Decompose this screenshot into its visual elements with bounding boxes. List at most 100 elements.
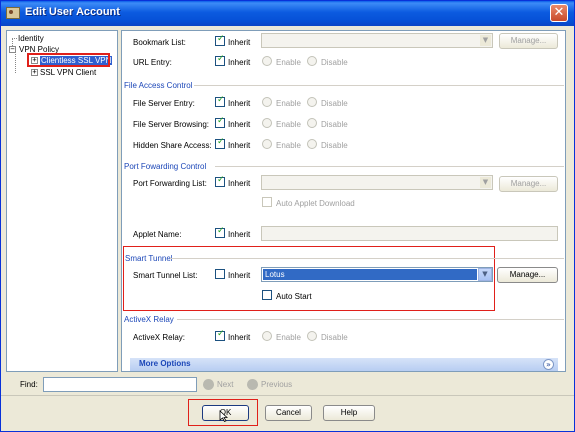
port-forwarding-manage-button[interactable]: Manage... bbox=[499, 176, 558, 192]
inherit-label: Inherit bbox=[228, 271, 251, 280]
smart-tunnel-selected-value: Lotus bbox=[263, 269, 477, 280]
file-server-entry-disable-radio[interactable] bbox=[307, 97, 317, 107]
inherit-label: Inherit bbox=[228, 120, 251, 129]
inherit-label: Inherit bbox=[228, 179, 251, 188]
chevron-down-icon: ▼ bbox=[480, 35, 491, 46]
inherit-label: Inherit bbox=[228, 333, 251, 342]
hidden-share-enable-radio[interactable] bbox=[262, 139, 272, 149]
more-options-label: More Options bbox=[139, 359, 191, 368]
find-previous-label[interactable]: Previous bbox=[261, 380, 292, 389]
chevron-down-icon: ▼ bbox=[480, 177, 491, 188]
hidden-share-inherit-checkbox[interactable] bbox=[215, 137, 225, 149]
section-divider bbox=[170, 258, 564, 259]
edit-user-account-dialog: Edit User Account ✕ Identity − VPN Polic… bbox=[0, 0, 575, 432]
file-server-entry-enable-radio[interactable] bbox=[262, 97, 272, 107]
disable-label: Disable bbox=[321, 333, 348, 342]
disable-label: Disable bbox=[321, 120, 348, 129]
applet-name-inherit-checkbox[interactable] bbox=[215, 226, 225, 238]
tree-highlight-box bbox=[27, 53, 110, 67]
enable-label: Enable bbox=[276, 141, 301, 150]
expand-more-icon[interactable]: » bbox=[543, 359, 554, 370]
smart-tunnel-list-select[interactable]: Lotus ▼ bbox=[261, 267, 493, 282]
file-server-browsing-label: File Server Browsing: bbox=[133, 120, 210, 129]
smart-tunnel-section-title: Smart Tunnel bbox=[125, 254, 173, 263]
smart-tunnel-list-label: Smart Tunnel List: bbox=[133, 271, 198, 280]
hidden-share-access-label: Hidden Share Access: bbox=[133, 141, 212, 150]
activex-disable-radio[interactable] bbox=[307, 331, 317, 341]
activex-enable-radio[interactable] bbox=[262, 331, 272, 341]
find-input[interactable] bbox=[43, 377, 197, 392]
inherit-label: Inherit bbox=[228, 38, 251, 47]
url-entry-label: URL Entry: bbox=[133, 58, 172, 67]
activex-inherit-checkbox[interactable] bbox=[215, 329, 225, 341]
smart-tunnel-inherit-checkbox[interactable] bbox=[215, 269, 225, 279]
window-title: Edit User Account bbox=[25, 6, 120, 18]
auto-applet-download-checkbox[interactable] bbox=[262, 197, 272, 207]
url-entry-inherit-checkbox[interactable] bbox=[215, 54, 225, 66]
activex-section-title: ActiveX Relay bbox=[124, 315, 174, 324]
tree-item-label: Identity bbox=[18, 34, 44, 43]
enable-label: Enable bbox=[276, 120, 301, 129]
port-forwarding-inherit-checkbox[interactable] bbox=[215, 175, 225, 187]
help-button[interactable]: Help bbox=[323, 405, 375, 421]
app-icon bbox=[6, 7, 20, 19]
next-arrow-icon[interactable] bbox=[203, 379, 214, 390]
close-button[interactable]: ✕ bbox=[550, 4, 568, 22]
settings-panel: Bookmark List: Inherit ▼ Manage... URL E… bbox=[121, 30, 566, 372]
section-divider bbox=[177, 319, 564, 320]
footer-divider bbox=[1, 395, 574, 396]
section-divider bbox=[215, 166, 564, 167]
disable-label: Disable bbox=[321, 58, 348, 67]
file-access-section-title: File Access Control bbox=[124, 81, 193, 90]
policy-tree: Identity − VPN Policy + Clientless SSL V… bbox=[6, 30, 118, 372]
hidden-share-disable-radio[interactable] bbox=[307, 139, 317, 149]
port-forwarding-list-select[interactable]: ▼ bbox=[261, 175, 493, 190]
chevron-down-icon[interactable]: ▼ bbox=[478, 268, 492, 281]
tree-item-ssl-vpn-client[interactable]: SSL VPN Client bbox=[40, 68, 96, 77]
enable-label: Enable bbox=[276, 99, 301, 108]
title-bar[interactable]: Edit User Account ✕ bbox=[1, 1, 574, 26]
url-entry-disable-radio[interactable] bbox=[307, 56, 317, 66]
tree-connector bbox=[15, 54, 16, 73]
inherit-label: Inherit bbox=[228, 141, 251, 150]
tree-connector bbox=[12, 38, 17, 39]
bookmark-list-select[interactable]: ▼ bbox=[261, 33, 493, 48]
port-forwarding-list-label: Port Forwarding List: bbox=[133, 179, 207, 188]
inherit-label: Inherit bbox=[228, 230, 251, 239]
enable-label: Enable bbox=[276, 333, 301, 342]
tree-item-identity[interactable]: Identity bbox=[18, 34, 44, 43]
applet-name-label: Applet Name: bbox=[133, 230, 182, 239]
file-server-entry-inherit-checkbox[interactable] bbox=[215, 95, 225, 107]
file-server-browsing-inherit-checkbox[interactable] bbox=[215, 116, 225, 128]
bookmark-inherit-checkbox[interactable] bbox=[215, 34, 225, 46]
url-entry-enable-radio[interactable] bbox=[262, 56, 272, 66]
auto-start-label: Auto Start bbox=[276, 292, 312, 301]
previous-arrow-icon[interactable] bbox=[247, 379, 258, 390]
find-next-label[interactable]: Next bbox=[217, 380, 233, 389]
auto-start-checkbox[interactable] bbox=[262, 290, 272, 300]
disable-label: Disable bbox=[321, 99, 348, 108]
bookmark-manage-button[interactable]: Manage... bbox=[499, 33, 558, 49]
applet-name-input[interactable] bbox=[261, 226, 558, 241]
tree-item-label: SSL VPN Client bbox=[40, 68, 97, 77]
expand-icon[interactable]: + bbox=[31, 69, 38, 76]
smart-tunnel-manage-button[interactable]: Manage... bbox=[497, 267, 558, 283]
port-forwarding-section-title: Port Fowarding Control bbox=[124, 162, 207, 171]
inherit-label: Inherit bbox=[228, 99, 251, 108]
auto-applet-download-label: Auto Applet Download bbox=[276, 199, 355, 208]
find-label: Find: bbox=[20, 380, 38, 389]
enable-label: Enable bbox=[276, 58, 301, 67]
find-bar: Find: Next Previous bbox=[6, 375, 571, 394]
bookmark-list-label: Bookmark List: bbox=[133, 38, 186, 47]
mouse-cursor-icon bbox=[219, 410, 229, 422]
more-options-bar[interactable]: More Options » bbox=[130, 358, 558, 371]
section-divider bbox=[194, 85, 564, 86]
inherit-label: Inherit bbox=[228, 58, 251, 67]
disable-label: Disable bbox=[321, 141, 348, 150]
file-server-browsing-disable-radio[interactable] bbox=[307, 118, 317, 128]
activex-relay-label: ActiveX Relay: bbox=[133, 333, 186, 342]
file-server-entry-label: File Server Entry: bbox=[133, 99, 195, 108]
file-server-browsing-enable-radio[interactable] bbox=[262, 118, 272, 128]
collapse-icon[interactable]: − bbox=[9, 46, 16, 53]
cancel-button[interactable]: Cancel bbox=[265, 405, 312, 421]
